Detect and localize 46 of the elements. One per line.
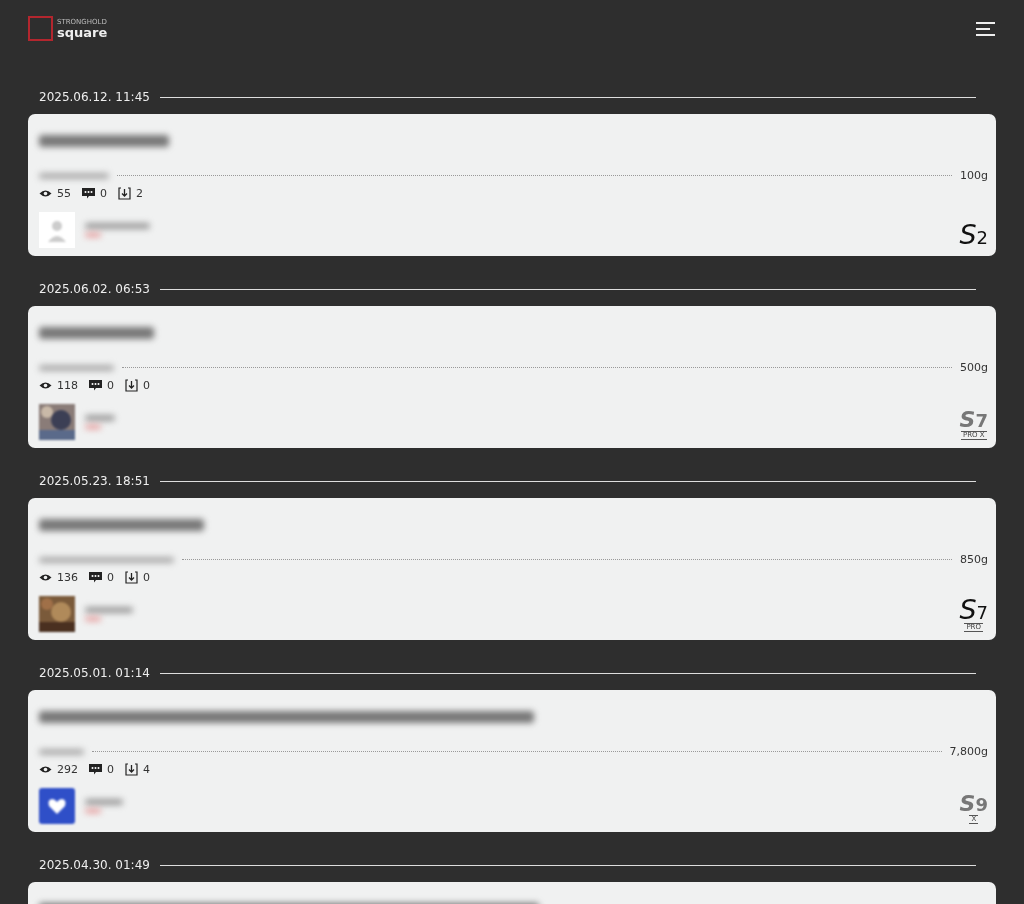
blurred-subtitle: [39, 748, 84, 755]
comment-count: 0: [107, 763, 114, 776]
download-count: 0: [143, 571, 150, 584]
post-card[interactable]: 100g 55 0 2 S2: [28, 114, 996, 256]
comment-count: 0: [107, 379, 114, 392]
download-icon: [125, 763, 138, 776]
comment-icon: [89, 572, 102, 583]
menu-icon[interactable]: [976, 20, 996, 37]
eye-icon: [39, 381, 52, 390]
eye-icon: [39, 189, 52, 198]
blurred-author-name: [85, 223, 150, 229]
avatar-icon: [39, 212, 75, 248]
download-count: 2: [136, 187, 143, 200]
comment-icon: [89, 380, 102, 391]
comment-count: 0: [100, 187, 107, 200]
blurred-subtitle: [39, 172, 109, 179]
blurred-author-name: [85, 415, 115, 421]
post-date: 2025.05.23. 18:51: [39, 474, 150, 488]
post-date: 2025.05.01. 01:14: [39, 666, 150, 680]
eye-icon: [39, 765, 52, 774]
download-count: 0: [143, 379, 150, 392]
weight-label: 7,800g: [949, 745, 988, 758]
download-count: 4: [143, 763, 150, 776]
post-date: 2025.04.30. 01:49: [39, 858, 150, 872]
weight-label: 500g: [960, 361, 988, 374]
comment-icon: [89, 764, 102, 775]
heart-avatar-icon: [39, 788, 75, 824]
download-icon: [118, 187, 131, 200]
blurred-author-name: [85, 607, 133, 613]
view-count: 118: [57, 379, 78, 392]
blurred-author-name: [85, 799, 123, 805]
download-icon: [125, 571, 138, 584]
logo-square-icon: [28, 16, 53, 41]
view-count: 55: [57, 187, 71, 200]
weight-label: 850g: [960, 553, 988, 566]
weight-label: 100g: [960, 169, 988, 182]
logo-text: square: [57, 25, 108, 39]
comment-count: 0: [107, 571, 114, 584]
eye-icon: [39, 573, 52, 582]
post-date: 2025.06.02. 06:53: [39, 282, 150, 296]
post-date: 2025.06.12. 11:45: [39, 90, 150, 104]
comment-icon: [82, 188, 95, 199]
machine-model-label: S2: [959, 221, 988, 248]
view-count: 292: [57, 763, 78, 776]
download-icon: [125, 379, 138, 392]
view-count: 136: [57, 571, 78, 584]
